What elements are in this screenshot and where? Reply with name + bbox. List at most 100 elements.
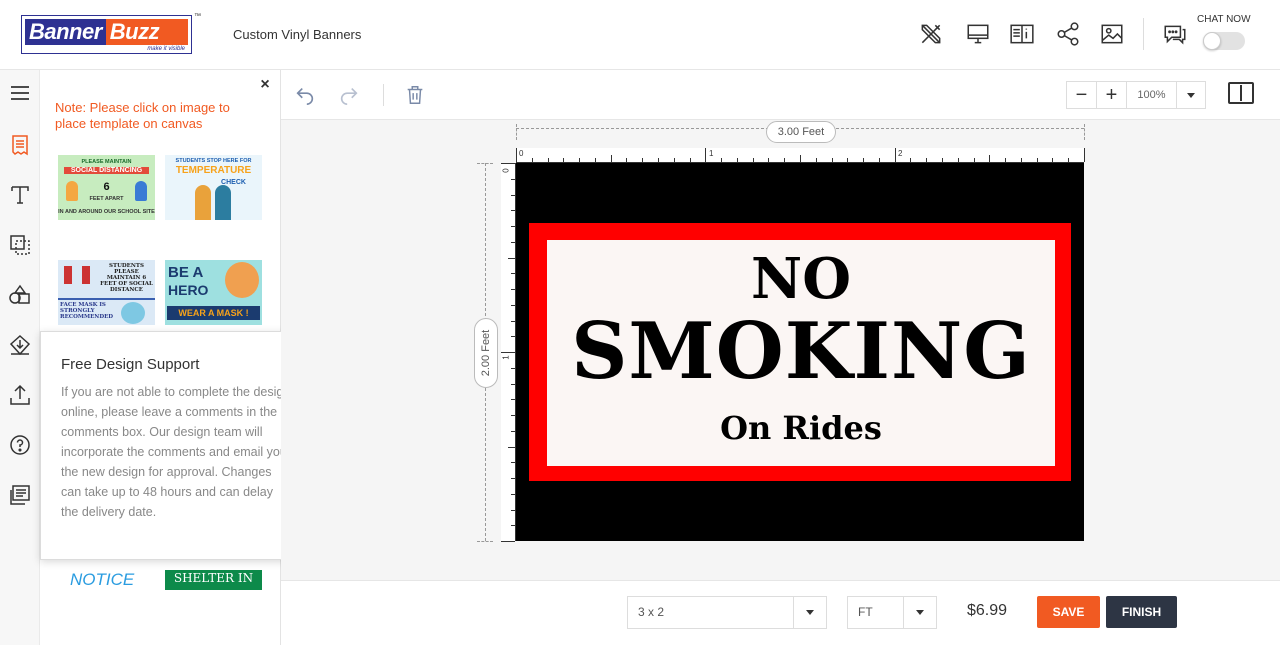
ruler-tick: [878, 158, 880, 162]
design-tools-icon[interactable]: [917, 20, 945, 48]
ruler-tick: [531, 158, 533, 162]
clipart-icon[interactable]: [5, 280, 35, 310]
ruler-tick: [511, 367, 515, 369]
brand-logo[interactable]: Banner Buzz make it visible: [21, 15, 192, 54]
chat-toggle[interactable]: [1203, 32, 1245, 50]
template-thumbnail-face-mask[interactable]: STUDENTS PLEASE MAINTAIN 6 FEET OF SOCIA…: [58, 260, 155, 325]
template-text: BE A: [168, 264, 204, 281]
ruler-tick: [511, 304, 515, 306]
finish-button[interactable]: FINISH: [1106, 596, 1177, 628]
chat-now-label: CHAT NOW: [1197, 14, 1251, 25]
ruler-tick: [863, 158, 865, 162]
template-text: PLEASE MAINTAIN: [81, 159, 132, 165]
ruler-top: 0 1 2: [516, 148, 1085, 163]
toggle-panel-icon[interactable]: [1228, 82, 1254, 104]
save-button[interactable]: SAVE: [1037, 596, 1100, 628]
ruler-tick: [511, 210, 515, 212]
undo-icon[interactable]: [292, 82, 318, 108]
ruler-tick: [1052, 158, 1054, 162]
ruler-tick: [847, 158, 849, 162]
help-icon[interactable]: [5, 430, 35, 460]
image-gallery-icon[interactable]: [1098, 20, 1126, 48]
sign-text-smoking[interactable]: SMOKING: [547, 308, 1055, 396]
template-thumbnail-social-distancing[interactable]: PLEASE MAINTAIN SOCIAL DISTANCING 6 FEET…: [58, 155, 155, 220]
sign-red-frame[interactable]: NO SMOKING On Rides: [529, 223, 1071, 481]
ruler-number: 0: [519, 149, 524, 158]
template-text: NOTICE: [70, 570, 135, 589]
redo-icon[interactable]: [336, 82, 362, 108]
ruler-tick: [511, 415, 515, 416]
ruler-tick: [673, 158, 675, 162]
template-text: SHELTER IN: [173, 571, 254, 585]
design-canvas[interactable]: NO SMOKING On Rides: [516, 163, 1084, 541]
zoom-in-button[interactable]: +: [1097, 82, 1127, 108]
sign-text-on-rides[interactable]: On Rides: [547, 408, 1055, 448]
ruler-tick: [752, 158, 754, 162]
background-icon[interactable]: [5, 330, 35, 360]
ruler-tick: [511, 226, 515, 227]
ruler-tick: [736, 158, 738, 162]
trademark-symbol: ™: [194, 13, 201, 20]
zoom-dropdown[interactable]: [1177, 82, 1205, 108]
width-dimension-tick: [516, 124, 517, 140]
ruler-tick: [508, 446, 515, 448]
sign-text-no[interactable]: NO: [547, 248, 1055, 310]
ruler-tick: [563, 158, 565, 162]
child-figure-left: [66, 181, 78, 201]
template-text: HERO: [168, 282, 209, 298]
zoom-control: − + 100%: [1066, 81, 1206, 109]
panel-close-icon[interactable]: ×: [258, 76, 272, 94]
size-select-value: 3 x 2: [638, 605, 665, 619]
ruler-tick: [957, 158, 959, 162]
ruler-tick: [815, 158, 817, 162]
desktop-preview-icon[interactable]: [964, 20, 992, 48]
ruler-tick: [926, 158, 928, 162]
zoom-value[interactable]: 100%: [1127, 82, 1177, 108]
ruler-tick: [511, 289, 515, 290]
ruler-number: 0: [501, 168, 511, 173]
template-thumbnail-notice[interactable]: NOTICE: [70, 570, 155, 590]
ruler-number: 2: [898, 149, 903, 158]
mask-face: [121, 302, 145, 324]
chat-icon[interactable]: [1161, 20, 1189, 48]
sign-inner-panel[interactable]: NO SMOKING On Rides: [547, 240, 1055, 466]
templates-icon[interactable]: [5, 130, 35, 160]
template-thumbnail-shelter-in-place[interactable]: SHELTER IN: [165, 570, 262, 590]
ruler-tick: [511, 241, 515, 243]
template-thumbnail-temperature-check[interactable]: STUDENTS STOP HERE FOR TEMPERATURE CHECK: [165, 155, 262, 220]
comments-icon[interactable]: [5, 480, 35, 510]
share-icon[interactable]: [1054, 20, 1082, 48]
unit-select-arrow[interactable]: [903, 597, 936, 628]
menu-icon[interactable]: [5, 78, 35, 108]
shapes-icon[interactable]: [5, 230, 35, 260]
header-divider: [1143, 18, 1144, 50]
zoom-out-button[interactable]: −: [1067, 82, 1097, 108]
ruler-tick: [511, 493, 515, 495]
size-select-arrow[interactable]: [793, 597, 826, 628]
width-dimension-tick: [1084, 124, 1085, 140]
info-book-icon[interactable]: [1008, 20, 1036, 48]
upload-icon[interactable]: [5, 380, 35, 410]
template-thumbnail-be-a-hero[interactable]: BE A HERO WEAR A MASK !: [165, 260, 262, 325]
logo-banner-text: Banner: [25, 19, 106, 45]
figure: [82, 266, 90, 284]
chevron-down-icon: [1187, 92, 1195, 98]
unit-select-value: FT: [858, 605, 873, 619]
ruler-tick: [511, 462, 515, 464]
hero-face: [225, 262, 259, 298]
ruler-tick: [511, 320, 515, 322]
ruler-tick: [511, 383, 515, 385]
unit-select[interactable]: FT: [847, 596, 937, 629]
template-text: FACE MASK IS STRONGLY RECOMMENDED: [60, 302, 114, 320]
ruler-tick: [989, 155, 991, 162]
left-rail: [0, 70, 40, 645]
ruler-tick: [910, 158, 912, 162]
text-icon[interactable]: [5, 180, 35, 210]
size-select[interactable]: 3 x 2: [627, 596, 827, 629]
ruler-tick: [626, 158, 628, 162]
delete-icon[interactable]: [402, 82, 428, 108]
ruler-tick: [501, 541, 515, 542]
ruler-tick: [784, 158, 786, 162]
template-text: TEMPERATURE: [175, 165, 252, 176]
ruler-tick: [501, 352, 515, 353]
